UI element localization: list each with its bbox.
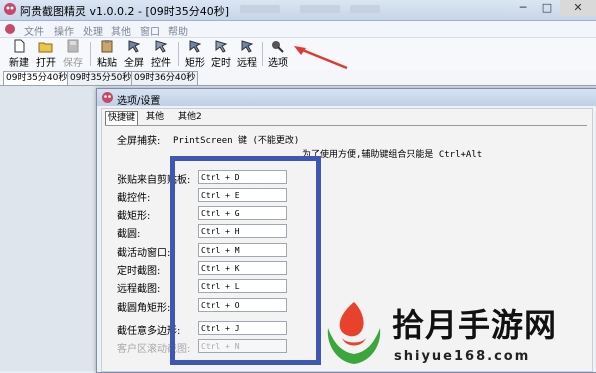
rect-capture-icon bbox=[189, 40, 202, 53]
control-capture-icon bbox=[155, 40, 168, 53]
minimize-button[interactable]: ─ bbox=[510, 0, 536, 16]
hotkey-label-rect: 截矩形: bbox=[117, 211, 151, 222]
window-title: 阿贵截图精灵 v1.0.0.2 - [09时35分40秒] bbox=[20, 5, 230, 18]
toolbar-separator bbox=[90, 42, 91, 66]
modifier-note: 为了使用方便,辅助键组合只能是 Ctrl+Alt bbox=[302, 150, 483, 160]
tab-hotkeys[interactable]: 快捷键 bbox=[105, 111, 139, 126]
dialog-title-bar: 选项/设置 bbox=[97, 89, 596, 107]
timer-capture-icon bbox=[215, 40, 228, 53]
title-bar: 阿贵截图精灵 v1.0.0.2 - [09时35分40秒] ─ □ ✕ bbox=[0, 0, 596, 21]
menu-file[interactable]: 文件 bbox=[24, 23, 44, 38]
blurred-area bbox=[350, 5, 380, 13]
blurred-area bbox=[240, 5, 280, 13]
maximize-button[interactable]: □ bbox=[534, 0, 560, 16]
capture-tabs: 09时35分40秒 09时35分50秒 09时36分40秒 bbox=[0, 70, 596, 86]
hotkey-label-remote: 远程截图: bbox=[117, 284, 161, 295]
pointer-arrow-icon bbox=[294, 46, 348, 70]
hotkey-label-control: 截控件: bbox=[117, 193, 151, 204]
close-button[interactable]: ✕ bbox=[560, 0, 596, 16]
watermark-url: shiyue168.com bbox=[394, 349, 531, 364]
save-icon bbox=[67, 39, 79, 53]
rect-button[interactable]: 矩形 bbox=[182, 39, 208, 69]
watermark-text: 拾月手游网 bbox=[392, 306, 558, 344]
fullscreen-label: 全屏 bbox=[124, 58, 144, 69]
tab-capture-3[interactable]: 09时36分40秒 bbox=[131, 71, 199, 85]
timer-button[interactable]: 定时 bbox=[208, 39, 234, 69]
paste-icon bbox=[101, 40, 113, 53]
paste-label: 粘贴 bbox=[97, 58, 117, 69]
remote-capture-icon bbox=[241, 40, 254, 53]
watermark-logo bbox=[327, 302, 381, 364]
open-label: 打开 bbox=[36, 58, 56, 69]
toolbar-separator bbox=[178, 42, 179, 66]
control-label: 控件 bbox=[151, 58, 171, 69]
hotkey-label-active-window: 截活动窗口: bbox=[117, 248, 171, 259]
tab-capture-2[interactable]: 09时35分50秒 bbox=[67, 71, 135, 85]
save-button: 保存 bbox=[60, 39, 86, 69]
open-folder-icon bbox=[38, 42, 53, 53]
fullscreen-capture-icon bbox=[128, 40, 141, 53]
fullscreen-button[interactable]: 全屏 bbox=[121, 39, 147, 69]
rect-label: 矩形 bbox=[185, 58, 205, 69]
menu-window[interactable]: 窗口 bbox=[140, 23, 160, 38]
menu-app-icon bbox=[5, 24, 15, 34]
new-doc-icon bbox=[14, 39, 25, 53]
new-label: 新建 bbox=[9, 58, 29, 69]
options-icon bbox=[272, 41, 284, 53]
options-button[interactable]: 选项 bbox=[265, 39, 291, 69]
tab-other2[interactable]: 其他2 bbox=[176, 111, 204, 124]
menu-other[interactable]: 其他 bbox=[111, 23, 131, 38]
toolbar-separator bbox=[262, 42, 263, 66]
menu-bar: 文件 操作 处理 其他 窗口 帮助 bbox=[0, 21, 596, 38]
remote-label: 远程 bbox=[237, 58, 257, 69]
app-icon bbox=[4, 3, 16, 15]
blurred-area bbox=[300, 5, 340, 13]
menu-help[interactable]: 帮助 bbox=[168, 23, 188, 38]
save-label: 保存 bbox=[63, 58, 83, 69]
remote-button[interactable]: 远程 bbox=[234, 39, 260, 69]
options-label: 选项 bbox=[268, 58, 288, 69]
dialog-app-icon bbox=[102, 92, 113, 103]
hotkey-label-rounded-rect: 截圆角矩形: bbox=[117, 303, 171, 314]
new-button[interactable]: 新建 bbox=[6, 39, 32, 69]
hotkey-label-timer: 定时截图: bbox=[117, 266, 161, 277]
control-button[interactable]: 控件 bbox=[148, 39, 174, 69]
fullscreen-capture-label: 全屏捕获: bbox=[117, 136, 161, 147]
hotkey-label-circle: 截圆: bbox=[117, 229, 141, 240]
menu-process[interactable]: 处理 bbox=[83, 23, 103, 38]
tab-other[interactable]: 其他 bbox=[144, 111, 166, 124]
paste-button[interactable]: 粘贴 bbox=[94, 39, 120, 69]
tab-capture-1[interactable]: 09时35分40秒 bbox=[3, 71, 71, 85]
timer-label: 定时 bbox=[211, 58, 231, 69]
fullscreen-capture-value: PrintScreen 键 (不能更改) bbox=[173, 136, 300, 146]
open-button[interactable]: 打开 bbox=[33, 39, 59, 69]
highlight-box bbox=[170, 156, 321, 365]
dialog-title: 选项/设置 bbox=[117, 96, 161, 107]
menu-operate[interactable]: 操作 bbox=[54, 23, 74, 38]
